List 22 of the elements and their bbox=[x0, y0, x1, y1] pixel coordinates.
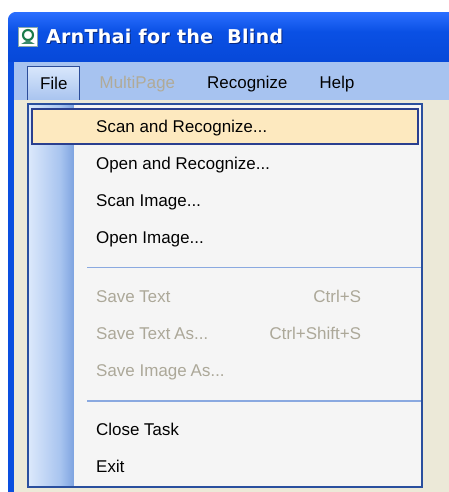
menu-item-label: Save Image As... bbox=[96, 361, 225, 382]
menu-item-label: Open Image... bbox=[96, 228, 204, 248]
shortcut-label: Ctrl+S bbox=[313, 286, 361, 307]
menu-bar-item[interactable]: File bbox=[27, 66, 80, 100]
menu-item[interactable]: Open Image... bbox=[31, 219, 419, 257]
menu-item[interactable]: Scan Image... bbox=[31, 182, 419, 220]
menu-item-label: Save Text As... bbox=[96, 324, 208, 344]
app-icon bbox=[18, 27, 38, 47]
menu-item[interactable]: Close Task bbox=[31, 412, 419, 449]
menu-bar-item[interactable]: Recognize bbox=[194, 66, 300, 100]
menu-item-label: Scan and Recognize... bbox=[96, 116, 268, 137]
menu-item[interactable]: Open and Recognize... bbox=[31, 145, 419, 182]
menu-item[interactable]: Scan and Recognize... bbox=[31, 108, 419, 146]
menu-item-label: Save Text bbox=[96, 286, 170, 307]
menu-item-label: Scan Image... bbox=[96, 190, 201, 211]
menu-bar-item[interactable]: Help bbox=[306, 66, 368, 100]
menu-item-label: Exit bbox=[96, 457, 124, 478]
menu-item[interactable]: Exit bbox=[31, 448, 419, 486]
window-title: ArnThai for the Blind bbox=[46, 26, 284, 48]
shortcut-label: Ctrl+Shift+S bbox=[269, 324, 361, 344]
menu-item-label: Close Task bbox=[96, 420, 179, 440]
menu-item-label: Open and Recognize... bbox=[96, 154, 270, 174]
